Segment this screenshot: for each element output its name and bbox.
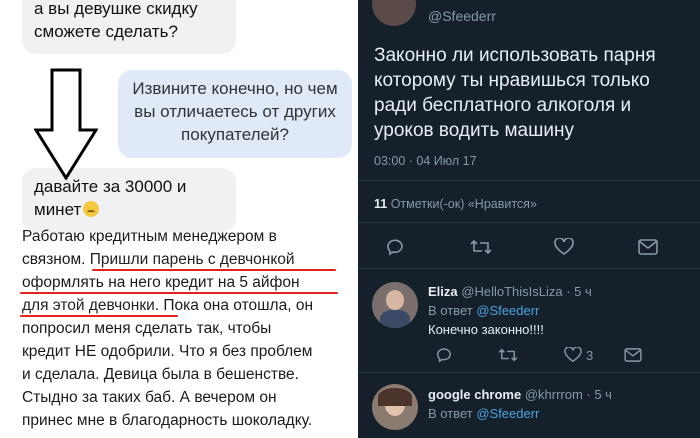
down-arrow-icon [34, 68, 98, 180]
divider [358, 372, 700, 373]
reply-avatar[interactable] [372, 282, 418, 328]
reply-to: В ответ @Sfeederr [428, 303, 540, 318]
story-line: попросил меня сделать так, чтобы [22, 320, 272, 337]
likes-label: Отметки(-ок) «Нравится» [390, 197, 537, 211]
underline-mark [92, 269, 336, 271]
reply-author[interactable]: google chrome @khrrrom · 5 ч [428, 387, 612, 402]
likes-stat[interactable]: 11 Отметки(-ок) «Нравится» [374, 197, 537, 211]
reply-icon[interactable] [386, 238, 404, 256]
reply-avatar[interactable] [372, 384, 418, 430]
reply-to-handle[interactable]: @Sfeederr [476, 406, 539, 421]
story-line: и сделала. Девица была в бешенстве. [22, 366, 299, 383]
story-line: кредит НЕ одобрили. Что я без проблем [22, 343, 313, 360]
divider [358, 222, 700, 223]
underline-mark [20, 292, 338, 294]
author-avatar[interactable] [372, 0, 416, 26]
story-text: Работаю кредитным менеджером в связном. … [22, 225, 346, 432]
story-line: оформлять на него кредит на 5 айфон [22, 274, 300, 291]
story-line: Стыдно за таких баб. А вечером он [22, 389, 277, 406]
divider [358, 268, 700, 269]
story-line: для этой девчонки. Пока она отошла, он [22, 297, 314, 314]
retweet-icon[interactable] [498, 347, 518, 363]
reply-text: Конечно законно!!!! [428, 322, 544, 337]
chat-story-panel: а вы девушке скидку сможете сделать? Изв… [0, 0, 352, 438]
underline-mark [20, 315, 178, 317]
like-icon[interactable] [564, 347, 582, 363]
divider [358, 180, 700, 181]
chat-message-text: давайте за 30000 и минет [34, 177, 187, 219]
message-icon[interactable] [624, 348, 642, 362]
chat-bubble-incoming: а вы девушке скидку сможете сделать? [22, 0, 236, 54]
retweet-icon[interactable] [470, 238, 492, 256]
story-line: принес мне в благодарность шоколадку. [22, 412, 313, 429]
grimace-emoji-icon [83, 201, 100, 217]
chat-bubble-outgoing: Извините конечно, но чем вы отличаетесь … [118, 70, 352, 158]
reply-author[interactable]: Eliza @HelloThisIsLiza · 5 ч [428, 284, 592, 299]
reply-to: В ответ @Sfeederr [428, 406, 540, 421]
story-line: связном. Пришли парень с девчонкой [22, 251, 295, 268]
reply-icon[interactable] [436, 347, 452, 363]
reply-to-handle[interactable]: @Sfeederr [476, 303, 539, 318]
like-count: 3 [586, 348, 594, 363]
story-line: Работаю кредитным менеджером в [22, 228, 277, 245]
tweet-text: Законно ли использовать парня которому т… [374, 45, 656, 141]
message-icon[interactable] [638, 239, 658, 255]
likes-count: 11 [374, 197, 388, 211]
tweet-timestamp: 03:00 · 04 Июл 17 [374, 154, 477, 168]
author-handle[interactable]: @Sfeederr [428, 8, 496, 24]
like-icon[interactable] [554, 238, 574, 256]
tweet-panel: @Sfeederr Законно ли использовать парня … [358, 0, 700, 438]
